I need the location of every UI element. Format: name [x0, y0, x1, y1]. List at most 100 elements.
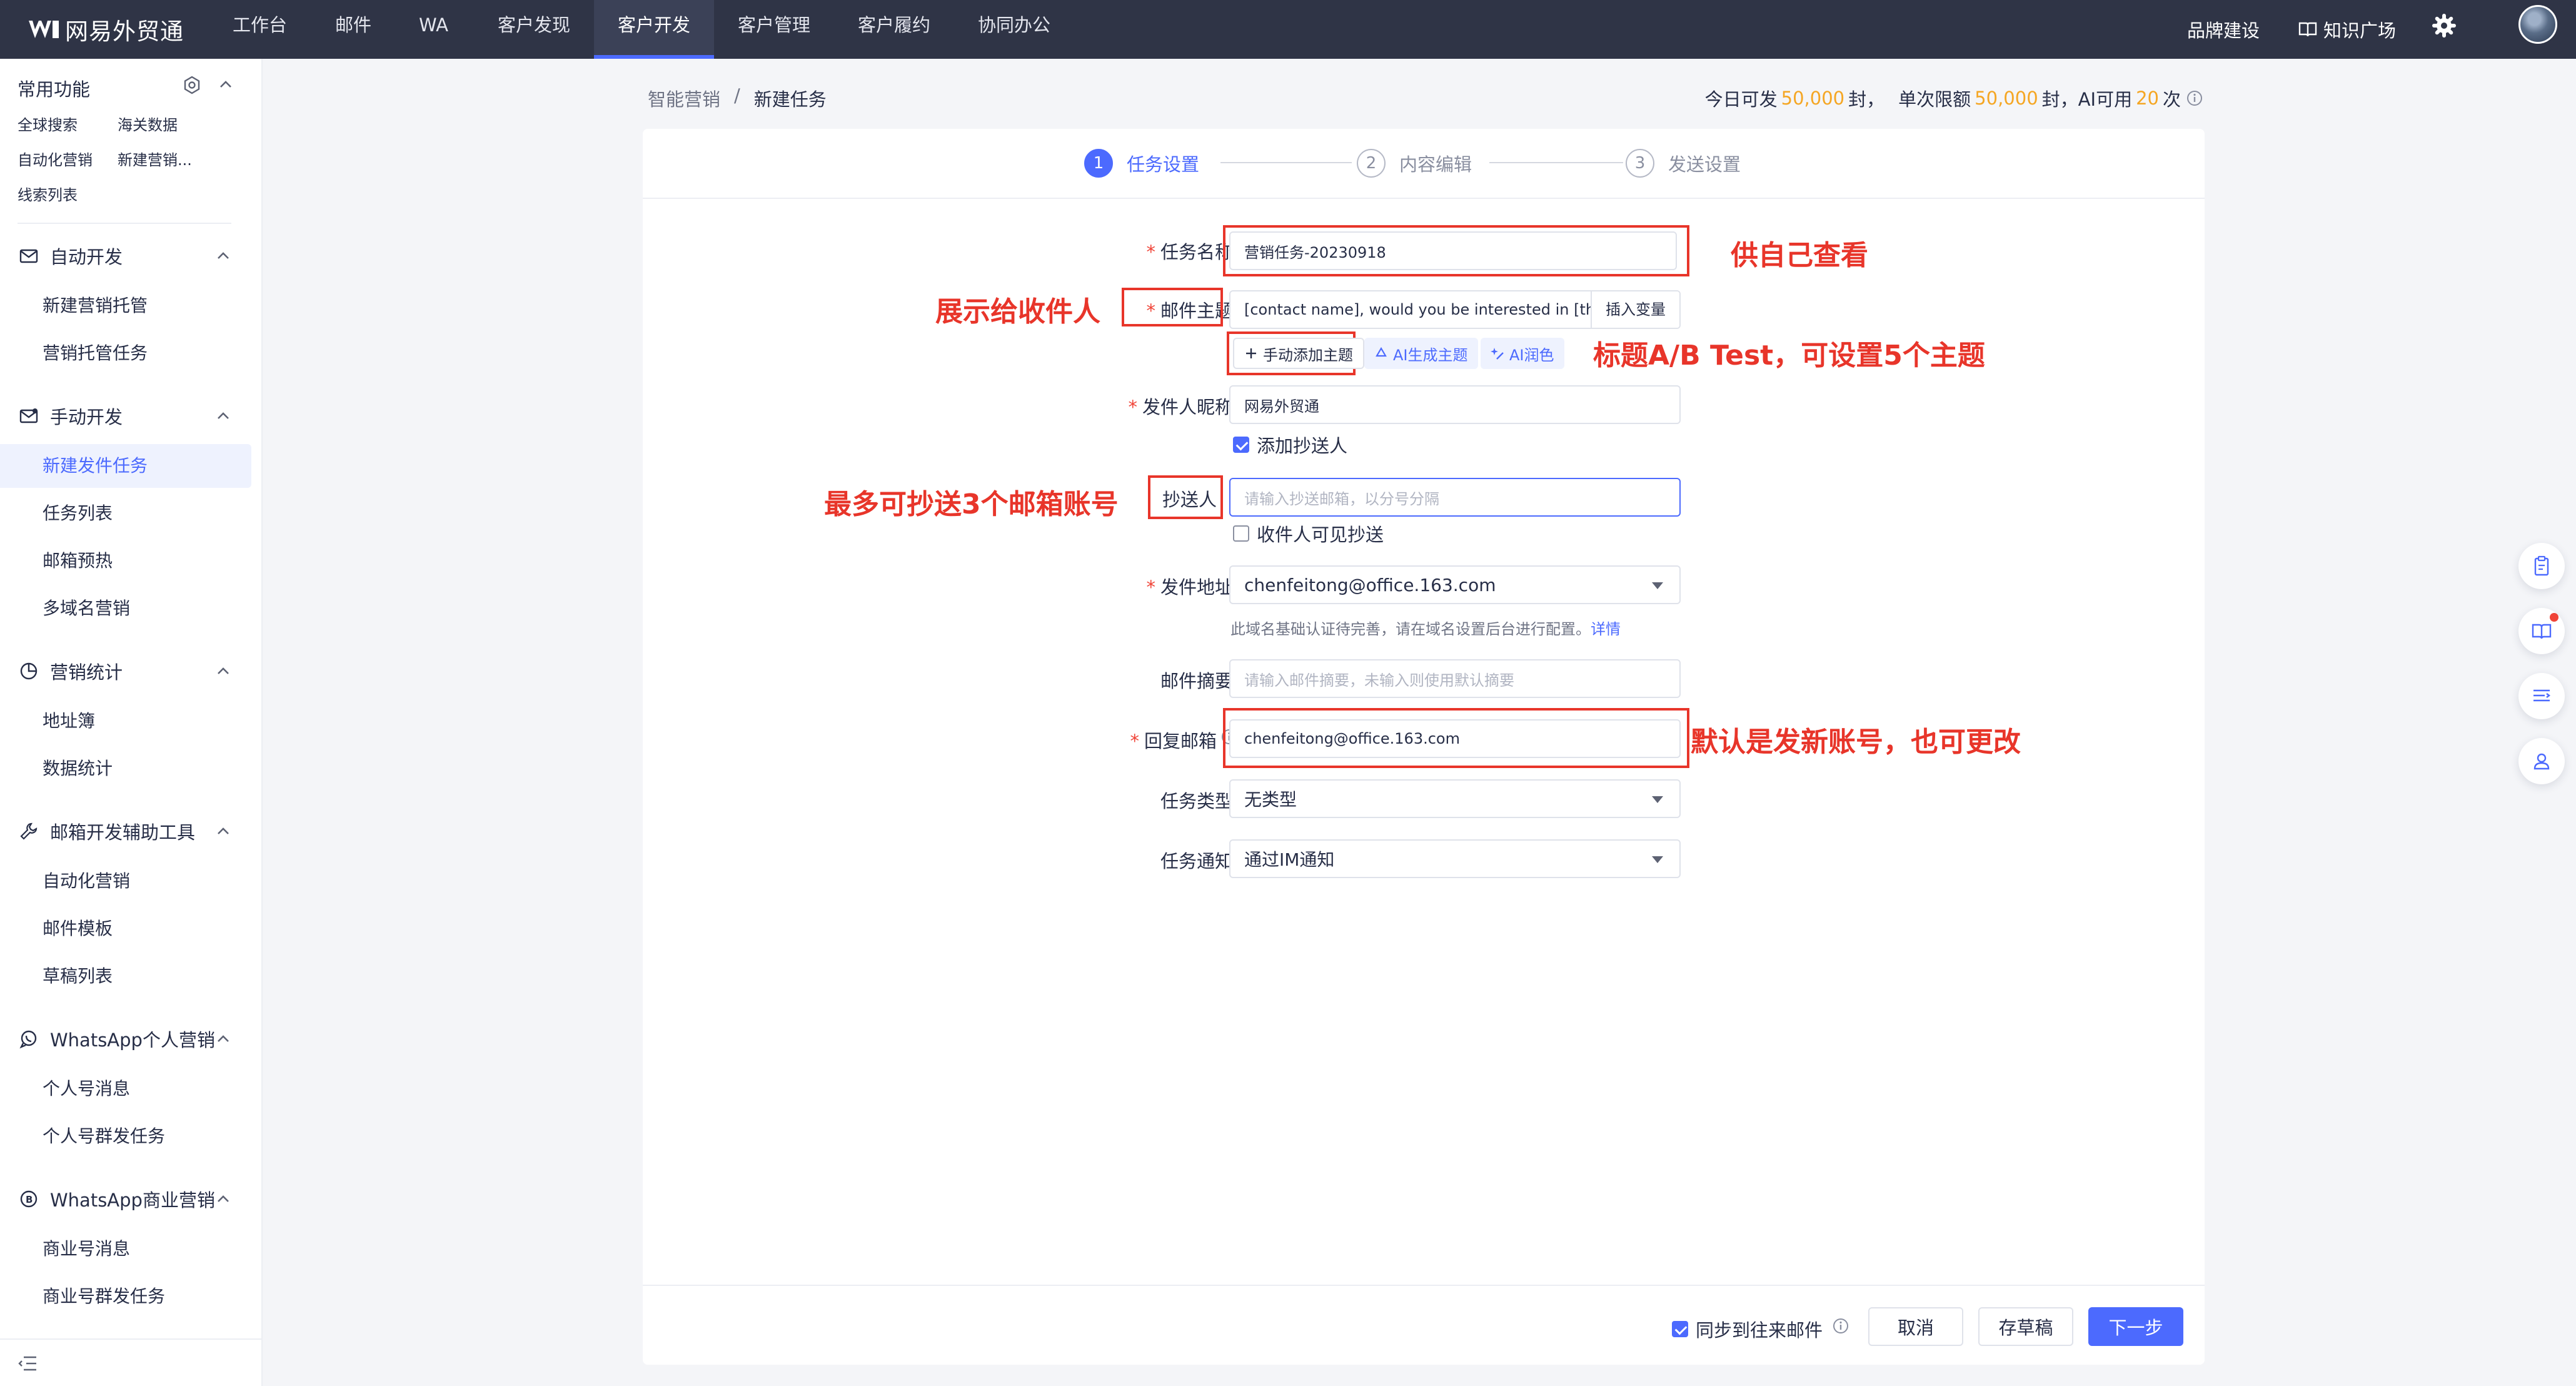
chevron-up-icon[interactable]: [218, 76, 234, 93]
step-task-settings[interactable]: 1 任务设置: [1084, 149, 1199, 178]
form-footer: 同步到往来邮件 取消 存草稿 下一步: [643, 1285, 2205, 1365]
cancel-button[interactable]: 取消: [1868, 1307, 1963, 1346]
task-type-select[interactable]: 无类型: [1229, 779, 1681, 818]
app-name: 网易外贸通: [65, 18, 184, 45]
group-whatsapp-business[interactable]: B WhatsApp商业营销: [19, 1183, 238, 1215]
cc-visible-checkbox[interactable]: 收件人可见抄送: [1233, 520, 1384, 547]
floating-list-button[interactable]: [2518, 673, 2565, 719]
sidebar-item-hosting-tasks[interactable]: 营销托管任务: [0, 331, 251, 375]
quick-link-new-marketing[interactable]: 新建营销...: [118, 148, 192, 169]
sidebar-item-business-bulk[interactable]: 商业号群发任务: [0, 1275, 251, 1318]
user-avatar[interactable]: [2518, 5, 2557, 44]
sidebar-item-address-book[interactable]: 地址簿: [0, 699, 251, 743]
group-title: 手动开发: [50, 407, 123, 428]
cc-input[interactable]: 请输入抄送邮箱，以分号分隔: [1229, 478, 1681, 517]
step-number: 2: [1357, 149, 1386, 178]
save-draft-button[interactable]: 存草稿: [1978, 1307, 2073, 1346]
sidebar-item-business-messages[interactable]: 商业号消息: [0, 1227, 251, 1271]
sidebar-item-automation[interactable]: 自动化营销: [0, 859, 251, 903]
info-icon[interactable]: [1832, 1317, 1849, 1335]
reply-address-input[interactable]: chenfeitong@office.163.com: [1229, 719, 1681, 758]
settings-gear-icon[interactable]: [2432, 14, 2456, 38]
menu-fold-icon[interactable]: [18, 1355, 38, 1372]
nav-customer-fulfillment[interactable]: 客户履约: [834, 0, 954, 59]
steps-bar: 1 任务设置 2 内容编辑 3 发送设置: [643, 129, 2205, 199]
list-edit-icon: [2533, 689, 2550, 702]
open-book-icon: [2532, 624, 2552, 639]
group-whatsapp-personal[interactable]: WhatsApp个人营销: [19, 1023, 238, 1055]
breadcrumb-parent[interactable]: 智能营销: [648, 85, 720, 111]
step-label: 内容编辑: [1399, 154, 1472, 175]
sidebar-item-mailbox-warmup[interactable]: 邮箱预热: [0, 539, 251, 583]
annotation-reply: 默认是发新账号，也可更改: [1691, 726, 2021, 758]
add-cc-checkbox[interactable]: 添加抄送人: [1233, 432, 1347, 458]
nav-collaboration[interactable]: 协同办公: [954, 0, 1074, 59]
domain-auth-hint: 此域名基础认证待完善，请在域名设置后台进行配置。详情: [1230, 617, 1621, 639]
manual-add-subject-button[interactable]: 手动添加主题: [1233, 338, 1364, 369]
cc-visible-label: 收件人可见抄送: [1257, 524, 1384, 545]
tool-icon: [20, 822, 38, 840]
nav-workbench[interactable]: 工作台: [209, 0, 311, 59]
step-send-settings[interactable]: 3 发送设置: [1626, 149, 1741, 178]
quick-link-global-search[interactable]: 全球搜索: [18, 113, 78, 134]
nav-customer-development[interactable]: 客户开发: [594, 0, 715, 59]
domain-auth-hint-text: 此域名基础认证待完善，请在域名设置后台进行配置。: [1230, 620, 1591, 638]
checkbox-checked: [1233, 437, 1249, 453]
annotation-box-subject-label: [1122, 288, 1223, 326]
breadcrumb-separator: /: [734, 85, 740, 106]
brand-building-link[interactable]: 品牌建设: [2187, 0, 2260, 59]
sidebar-item-data-stats[interactable]: 数据统计: [0, 747, 251, 791]
task-notify-select[interactable]: 通过IM通知: [1229, 839, 1681, 878]
breadcrumb-current: 新建任务: [753, 89, 827, 110]
sync-mail-checkbox[interactable]: 同步到往来邮件: [1672, 1316, 1823, 1342]
sidebar-item-mail-templates[interactable]: 邮件模板: [0, 907, 251, 951]
common-settings-icon[interactable]: [183, 76, 201, 94]
next-step-button[interactable]: 下一步: [2088, 1307, 2183, 1346]
sidebar-item-personal-messages[interactable]: 个人号消息: [0, 1067, 251, 1111]
sidebar-item-task-list[interactable]: 任务列表: [0, 492, 251, 535]
quick-link-customs-data[interactable]: 海关数据: [118, 113, 178, 134]
sidebar-item-new-hosting[interactable]: 新建营销托管: [0, 284, 251, 328]
sidebar-item-multi-domain[interactable]: 多域名营销: [0, 587, 251, 630]
chevron-up-icon: [218, 827, 229, 834]
group-mail-tools[interactable]: 邮箱开发辅助工具: [19, 816, 238, 847]
step-connector: [1220, 162, 1352, 163]
nav-wa[interactable]: WA: [395, 0, 472, 59]
app-logo[interactable]: 网易外贸通: [28, 11, 184, 48]
group-manual-development[interactable]: 手动开发: [19, 400, 238, 432]
nav-mail[interactable]: 邮件: [311, 0, 395, 59]
group-auto-development[interactable]: 自动开发: [19, 240, 238, 271]
task-name-label: * 任务名称: [1146, 241, 1233, 263]
info-icon[interactable]: [2186, 89, 2203, 107]
caret-down-icon: [1652, 796, 1663, 803]
ai-generate-subject-button[interactable]: AI生成主题: [1364, 338, 1478, 369]
step-content-editing[interactable]: 2 内容编辑: [1357, 149, 1472, 178]
step-number: 3: [1626, 149, 1654, 178]
floating-clipboard-button[interactable]: [2518, 543, 2565, 589]
nav-customer-management[interactable]: 客户管理: [714, 0, 834, 59]
quota-today-value: 50,000: [1781, 88, 1845, 109]
chevron-up-icon: [218, 412, 229, 419]
group-title: 自动开发: [50, 246, 123, 268]
sender-address-select[interactable]: chenfeitong@office.163.com: [1229, 565, 1681, 604]
floating-guide-button[interactable]: [2518, 608, 2565, 654]
quick-link-leads-list[interactable]: 线索列表: [18, 183, 78, 205]
task-type-label: 任务类型: [1160, 791, 1233, 812]
quota-single-label: 单次限额: [1898, 89, 1971, 110]
quick-link-auto-marketing[interactable]: 自动化营销: [18, 148, 93, 169]
knowledge-square-link[interactable]: 知识广场: [2298, 0, 2396, 59]
sidebar-item-drafts[interactable]: 草稿列表: [0, 954, 251, 998]
sidebar-item-new-send-task[interactable]: 新建发件任务: [0, 444, 251, 488]
ai-polish-button[interactable]: AI润色: [1481, 338, 1564, 369]
sender-nickname-input[interactable]: 网易外贸通: [1229, 385, 1681, 424]
sidebar-item-personal-bulk[interactable]: 个人号群发任务: [0, 1115, 251, 1158]
subject-input[interactable]: [contact name], would you be interested …: [1229, 290, 1681, 329]
nav-customer-discovery[interactable]: 客户发现: [474, 0, 594, 59]
insert-variable-button[interactable]: 插入变量: [1591, 291, 1679, 328]
domain-auth-details-link[interactable]: 详情: [1591, 620, 1621, 638]
summary-input[interactable]: 请输入邮件摘要，未输入则使用默认摘要: [1229, 659, 1681, 698]
chevron-up-icon: [218, 252, 229, 259]
group-marketing-stats[interactable]: 营销统计: [19, 655, 238, 687]
floating-contact-button[interactable]: [2518, 738, 2565, 784]
quota-unit: 封，: [1848, 89, 1885, 110]
